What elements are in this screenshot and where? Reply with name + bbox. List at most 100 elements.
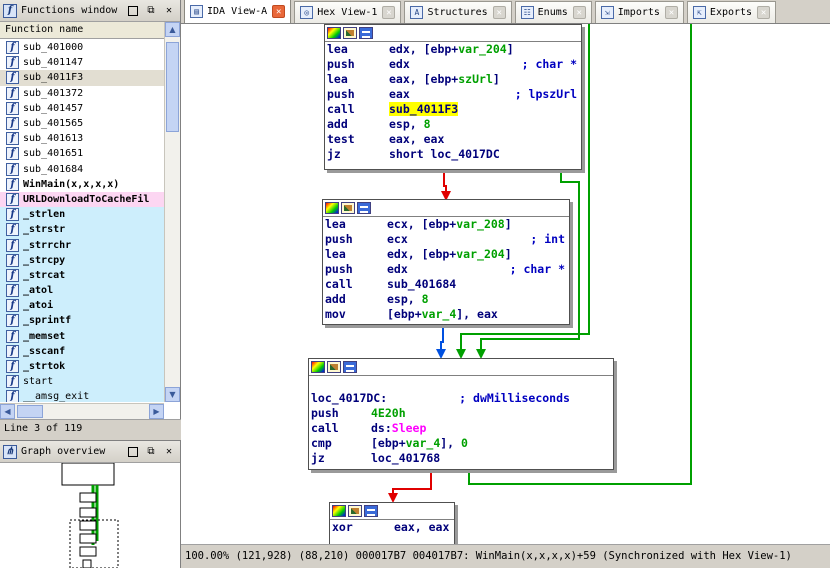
maximize-button[interactable]	[126, 445, 140, 459]
instruction-line[interactable]: cmp [ebp+var_4], 0	[309, 436, 613, 451]
function-list-item[interactable]: f _strrchr	[0, 237, 164, 253]
function-list-item[interactable]: f WinMain(x,x,x,x)	[0, 177, 164, 192]
tab-ida-view-a[interactable]: ▤ IDA View-A ✕	[184, 0, 292, 23]
instruction-line[interactable]: add esp, 8	[325, 117, 581, 132]
function-name: _strstr	[23, 224, 66, 236]
tab-hex-view-1[interactable]: ◎ Hex View-1 ✕	[294, 1, 402, 23]
tab-enums[interactable]: ☷ Enums ✕	[514, 1, 592, 23]
color-icon[interactable]	[311, 361, 325, 373]
instruction-line[interactable]: jz loc_401768	[309, 451, 613, 466]
instruction-line[interactable]: mov [ebp+var_4], eax	[323, 307, 569, 322]
group-icon[interactable]	[364, 505, 378, 517]
function-list-item[interactable]: f _strcat	[0, 267, 164, 283]
instruction-line[interactable]: lea edx, [ebp+var_204]	[325, 42, 581, 57]
instruction-line[interactable]: call sub_4011F3	[325, 102, 581, 117]
instruction-line[interactable]: call ds:Sleep	[309, 421, 613, 436]
picture-icon[interactable]	[343, 27, 357, 39]
function-list-item[interactable]: f _atol	[0, 283, 164, 299]
function-list-item[interactable]: f _sscanf	[0, 343, 164, 359]
function-list-item[interactable]: f sub_401651	[0, 146, 164, 161]
instruction-line[interactable]: push ecx ; int	[323, 232, 569, 247]
function-list-item[interactable]: f _strlen	[0, 207, 164, 223]
instruction-line[interactable]: push 4E20h	[309, 406, 613, 421]
mnemonic: jz	[311, 451, 325, 465]
code-block-3[interactable]: loc_4017DC:; dwMilliseconds push 4E20h cal…	[308, 358, 614, 470]
function-list-item[interactable]: f _sprintf	[0, 313, 164, 329]
maximize-button[interactable]	[126, 4, 140, 18]
restore-button[interactable]: ⧉	[144, 4, 158, 18]
close-icon[interactable]: ✕	[572, 6, 586, 19]
function-list-item[interactable]: f sub_401000	[0, 40, 164, 55]
function-name: URLDownloadToCacheFil	[23, 193, 150, 205]
function-icon: f	[6, 360, 19, 374]
function-list-item[interactable]: f URLDownloadToCacheFil	[0, 191, 164, 208]
restore-button[interactable]: ⧉	[144, 445, 158, 459]
instruction-line[interactable]: lea edx, [ebp+var_204]	[323, 247, 569, 262]
graph-icon: ⋔	[3, 444, 17, 459]
instruction-line[interactable]: push edx ; char *	[325, 57, 581, 72]
group-icon[interactable]	[343, 361, 357, 373]
graph-view[interactable]: lea edx, [ebp+var_204] push edx; char * lea e…	[181, 24, 830, 544]
instruction-line[interactable]: jz short loc_4017DC	[325, 147, 581, 162]
function-name: WinMain(x,x,x,x)	[23, 178, 120, 190]
scroll-right-icon[interactable]: ▶	[149, 404, 164, 419]
instruction-line[interactable]: push edx ; char *	[323, 262, 569, 277]
code-block-4[interactable]: xor eax, eax	[329, 502, 455, 544]
loc-label[interactable]: loc_4017DC:	[311, 391, 387, 405]
close-icon[interactable]: ✕	[272, 5, 286, 18]
instruction-line[interactable]: lea ecx, [ebp+var_208]	[323, 217, 569, 232]
function-list-item[interactable]: f _strstr	[0, 222, 164, 238]
color-icon[interactable]	[325, 202, 339, 214]
color-icon[interactable]	[327, 27, 341, 39]
function-list-item[interactable]: f _memset	[0, 328, 164, 344]
function-list-item[interactable]: f start	[0, 374, 164, 390]
close-icon[interactable]: ✕	[492, 6, 506, 19]
picture-icon[interactable]	[327, 361, 341, 373]
vertical-scrollbar[interactable]: ▲ ▼	[164, 22, 180, 402]
close-icon[interactable]: ✕	[382, 6, 396, 19]
horizontal-scrollbar[interactable]: ◀ ▶	[0, 403, 164, 419]
column-header-function-name[interactable]: Function name	[0, 22, 164, 39]
overview-canvas[interactable]	[0, 463, 180, 568]
tab-exports[interactable]: ⇱ Exports ✕	[686, 1, 777, 23]
function-list-item[interactable]: f _atoi	[0, 298, 164, 314]
scroll-left-icon[interactable]: ◀	[0, 404, 15, 419]
instruction-line[interactable]: test eax, eax	[325, 132, 581, 147]
code-block-2[interactable]: lea ecx, [ebp+var_208] push ecx ; int lea edx,…	[322, 199, 570, 325]
close-button[interactable]: ✕	[162, 445, 176, 459]
function-list-item[interactable]: f sub_401147	[0, 55, 164, 70]
function-list-item[interactable]: f _strcpy	[0, 252, 164, 268]
picture-icon[interactable]	[348, 505, 362, 517]
close-icon[interactable]: ✕	[757, 6, 771, 19]
function-list-item[interactable]: f _strtok	[0, 358, 164, 375]
highlighted-symbol[interactable]: sub_4011F3	[389, 102, 459, 116]
close-icon[interactable]: ✕	[664, 6, 678, 19]
instruction-line[interactable]: call sub_401684	[323, 277, 569, 292]
instruction-line[interactable]: lea eax, [ebp+szUrl]	[325, 72, 581, 87]
scroll-up-icon[interactable]: ▲	[165, 22, 180, 37]
picture-icon[interactable]	[341, 202, 355, 214]
code-block-1[interactable]: lea edx, [ebp+var_204] push edx ; char * lea e…	[324, 24, 582, 170]
group-icon[interactable]	[357, 202, 371, 214]
block3-label-line: loc_4017DC: ; dwMilliseconds	[309, 391, 613, 406]
function-list-item[interactable]: f sub_4011F3	[0, 70, 164, 86]
hscroll-thumb[interactable]	[17, 405, 43, 418]
close-button[interactable]: ✕	[162, 4, 176, 18]
instruction-line[interactable]: xor eax, eax	[330, 520, 454, 535]
instruction-line[interactable]: add esp, 8	[323, 292, 569, 307]
function-list-item[interactable]: f sub_401684	[0, 162, 164, 177]
instruction-line[interactable]: push eax ; lpszUrl	[325, 87, 581, 102]
tab-imports[interactable]: ⇲ Imports ✕	[594, 1, 684, 23]
scroll-down-icon[interactable]: ▼	[165, 387, 180, 402]
import-symbol[interactable]: Sleep	[392, 421, 427, 435]
color-icon[interactable]	[332, 505, 346, 517]
scroll-thumb[interactable]	[166, 42, 179, 132]
tab-structures[interactable]: A Structures ✕	[404, 1, 512, 23]
function-name: sub_401372	[23, 87, 84, 99]
group-icon[interactable]	[359, 27, 373, 39]
function-list-item[interactable]: f sub_401457	[0, 101, 164, 116]
function-list-item[interactable]: f sub_401372	[0, 86, 164, 101]
function-list-item[interactable]: f sub_401565	[0, 116, 164, 131]
function-list-item[interactable]: f sub_401613	[0, 131, 164, 146]
function-list-item[interactable]: f __amsg_exit	[0, 389, 164, 402]
